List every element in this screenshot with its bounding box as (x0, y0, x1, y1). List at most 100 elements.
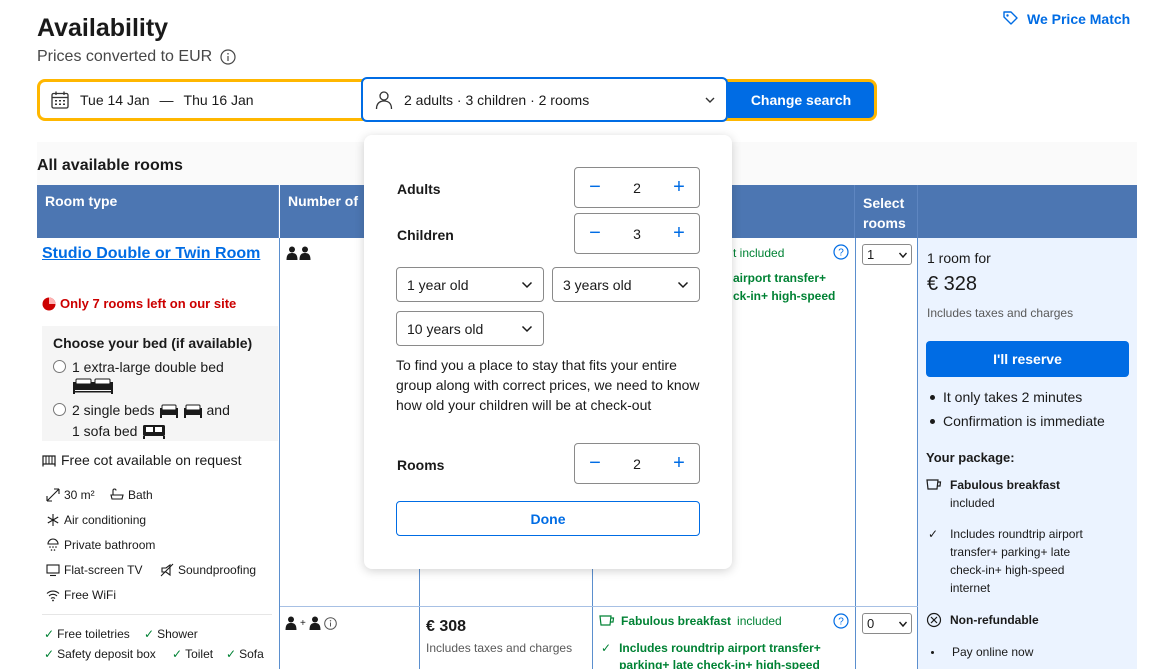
reserve-button[interactable]: I'll reserve (926, 341, 1129, 377)
rooms-increment-button[interactable]: + (671, 452, 687, 475)
info-icon[interactable] (220, 49, 236, 65)
plus-text: + (300, 617, 306, 629)
bed-choice-title: Choose your bed (if available) (53, 335, 253, 351)
amenity-text: Safety deposit box (57, 647, 156, 661)
amenity-text: Sofa (239, 647, 264, 661)
adults-decrement-button[interactable]: − (587, 176, 603, 199)
package-breakfast: Fabulous breakfast included (926, 476, 1060, 512)
free-cot-text: Free cot available on request (61, 452, 242, 468)
date-range-field[interactable]: Tue 14 Jan — Thu 16 Jan (40, 82, 361, 118)
bed-option-2-radio[interactable] (53, 403, 66, 416)
facility-tv: Flat-screen TV (46, 563, 142, 577)
child-age-select-2[interactable]: 3 years old (552, 267, 700, 302)
rooms-stepper[interactable]: − 2 + (574, 443, 700, 484)
check-in-date: Tue 14 Jan (80, 92, 150, 108)
coffee-icon (926, 478, 942, 512)
facility-air-conditioning: Air conditioning (46, 513, 146, 527)
done-button[interactable]: Done (396, 501, 700, 536)
chevron-down-icon (677, 279, 689, 291)
sofa-bed-icon (142, 424, 166, 439)
sofa-bed-label: 1 sofa bed (72, 423, 138, 439)
children-increment-button[interactable]: + (671, 222, 687, 245)
bullet-text: Confirmation is immediate (943, 413, 1105, 429)
facility-tv-text: Flat-screen TV (64, 563, 143, 577)
facility-wifi-text: Free WiFi (64, 588, 116, 602)
svg-text:?: ? (838, 617, 844, 628)
package-pay-online: Pay online now (931, 643, 1033, 661)
question-icon[interactable]: ? (833, 613, 849, 629)
children-decrement-button[interactable]: − (587, 222, 603, 245)
room-count-select-2[interactable]: 0 (862, 613, 912, 634)
person-icon (374, 90, 394, 110)
rooms-left-warning: Only 7 rooms left on our site (42, 296, 236, 311)
facility-size-text: 30 m² (64, 488, 95, 502)
change-search-button[interactable]: Change search (728, 82, 874, 118)
facility-wifi: Free WiFi (46, 588, 116, 602)
bullet-text: It only takes 2 minutes (943, 389, 1083, 405)
breakfast-rest: included (737, 614, 782, 628)
select-value: 0 (867, 616, 875, 631)
check-icon: ✓ (928, 527, 939, 541)
row2-includes: Includes taxes and charges (426, 641, 573, 655)
chevron-down-icon (521, 279, 533, 291)
child-age-select-3[interactable]: 10 years old (396, 311, 544, 346)
chevron-down-icon (898, 250, 908, 260)
pkg-breakfast-rest: included (950, 496, 995, 510)
adults-value: 2 (633, 179, 641, 196)
info-icon[interactable] (324, 616, 337, 630)
occupancy-field[interactable]: 2 adults · 3 children · 2 rooms (361, 77, 728, 122)
header-summary-col (918, 185, 1137, 238)
amenity-item: ✓ Free toiletries (44, 627, 130, 641)
facility-size: 30 m² (46, 488, 95, 502)
header-room-type: Room type (37, 185, 279, 238)
bed-option-1[interactable]: 1 extra-large double bed (53, 357, 267, 394)
bed-choice-box: Choose your bed (if available) 1 extra-l… (42, 326, 278, 441)
no-refund-icon (926, 612, 942, 629)
non-refundable-text: Non-refundable (950, 613, 1039, 627)
currency-note: Prices converted to EUR (37, 48, 236, 66)
calendar-icon (50, 90, 70, 110)
room-count-select-1[interactable]: 1 (862, 244, 912, 265)
snowflake-icon (46, 513, 60, 527)
question-icon[interactable]: ? (833, 244, 849, 260)
check-icon: ✓ (226, 647, 237, 661)
header-select-rooms: Select rooms (855, 185, 918, 238)
package-non-refundable: Non-refundable (926, 611, 1039, 629)
children-stepper[interactable]: − 3 + (574, 213, 700, 254)
chevron-down-icon (521, 323, 533, 335)
row2-transfer: ✓ Includes roundtrip airport transfer+ p… (601, 640, 821, 669)
bed-option-1-radio[interactable] (53, 360, 66, 373)
rooms-decrement-button[interactable]: − (587, 452, 603, 475)
facility-bath: Bath (110, 488, 153, 502)
adults-increment-button[interactable]: + (671, 176, 687, 199)
package-title: Your package: (926, 450, 1015, 465)
bed-option-2[interactable]: 2 single beds and 1 sofa bed (53, 400, 267, 442)
section-title: All available rooms (37, 157, 183, 174)
amenity-item: ✓ Shower (144, 627, 198, 641)
price-match-label: We Price Match (1027, 10, 1131, 27)
facility-soundproofing: Soundproofing (160, 563, 256, 577)
row2-price: € 308 (426, 618, 467, 635)
amenity-item: ✓ Safety deposit box (44, 647, 156, 661)
svg-text:?: ? (838, 248, 844, 259)
free-cot-note: Free cot available on request (42, 452, 242, 468)
tag-icon (1002, 10, 1019, 27)
adults-stepper[interactable]: − 2 + (574, 167, 700, 208)
price-match-link[interactable]: We Price Match (1002, 10, 1130, 27)
chevron-down-icon (898, 619, 908, 629)
one-room-for: 1 room for (927, 250, 991, 266)
pkg-transfer-line: check-in+ high-speed (950, 563, 1065, 577)
child-age-select-1[interactable]: 1 year old (396, 267, 544, 302)
amenity-text: Free toiletries (57, 627, 130, 641)
room-name-link[interactable]: Studio Double or Twin Room (42, 244, 267, 264)
row1-transfer-line2: ck-in+ high-speed (733, 289, 836, 303)
check-icon: ✓ (44, 647, 55, 661)
coffee-icon (599, 614, 615, 628)
child-age-value: 3 years old (563, 276, 632, 293)
select-value: 1 (867, 247, 875, 262)
bullet-dot (930, 394, 935, 400)
bed-option-2-label: 2 single beds (72, 402, 155, 418)
transfer-line2: parking+ late check-in+ high-speed (619, 658, 820, 669)
adult-icon (309, 616, 321, 630)
shower-icon (46, 538, 60, 552)
